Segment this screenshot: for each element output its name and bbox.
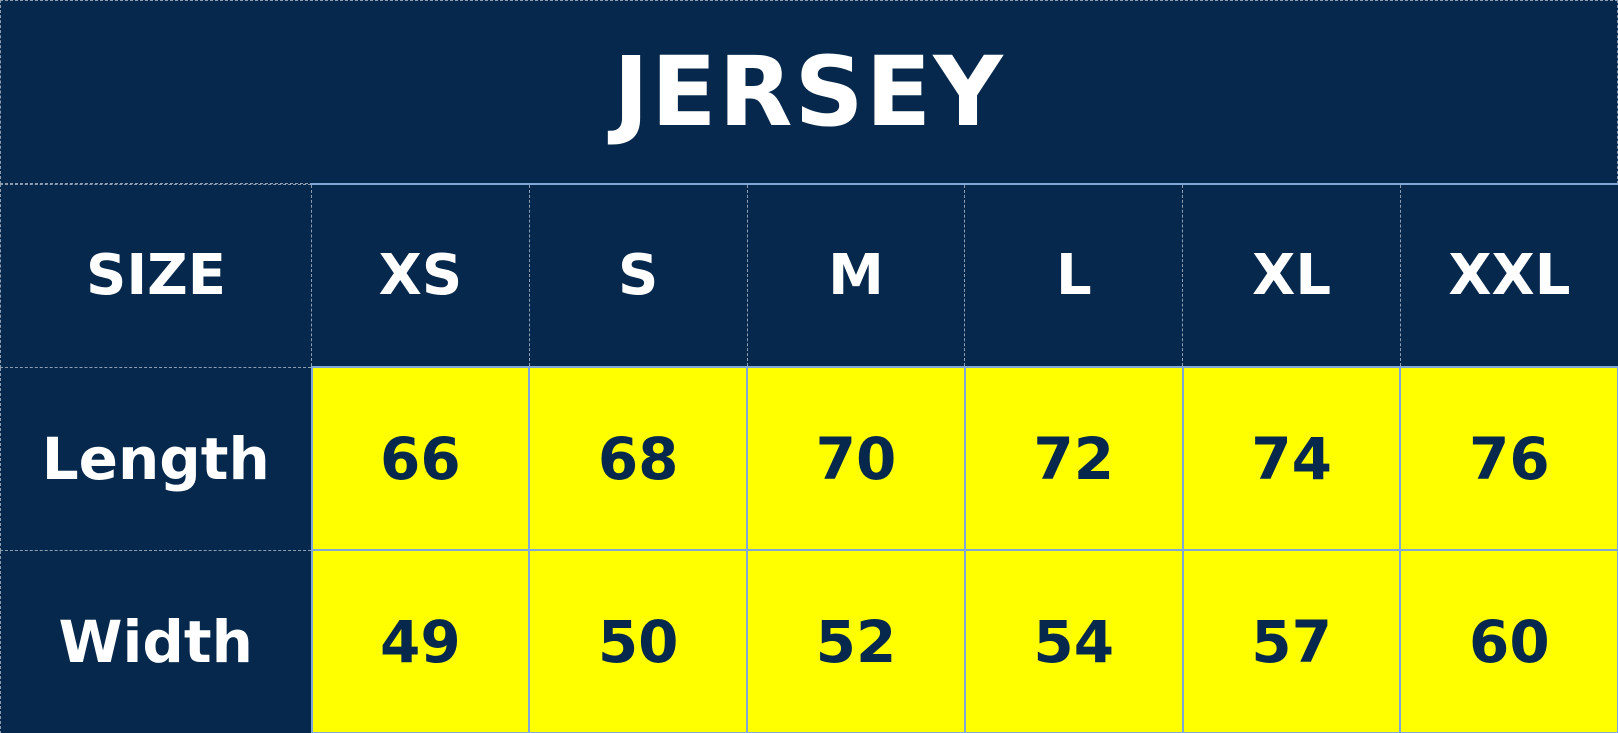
size-chart: JERSEY SIZE XS S M L XL XXL Length 66 68… xyxy=(0,0,1618,733)
size-l-header: L xyxy=(964,183,1184,368)
length-xxl-value: 76 xyxy=(1399,366,1618,551)
size-xs-header: XS xyxy=(311,183,530,368)
width-label: Width xyxy=(0,549,312,733)
width-m-value: 52 xyxy=(746,549,966,733)
length-m-value: 70 xyxy=(746,366,966,551)
length-xl-value: 74 xyxy=(1181,366,1402,551)
size-xl-header: XL xyxy=(1182,183,1401,368)
width-row: Width 49 50 52 54 57 60 xyxy=(0,549,1618,733)
size-xxl-header: XXL xyxy=(1399,183,1618,368)
width-l-value: 54 xyxy=(963,549,1184,733)
length-l-value: 72 xyxy=(963,366,1184,551)
width-s-value: 50 xyxy=(528,549,749,733)
width-xs-value: 49 xyxy=(310,549,531,733)
length-s-value: 68 xyxy=(528,366,749,551)
size-m-header: M xyxy=(746,183,966,368)
chart-title: JERSEY xyxy=(0,0,1618,184)
header-row: SIZE XS S M L XL XXL xyxy=(0,183,1618,368)
width-xxl-value: 60 xyxy=(1399,549,1618,733)
length-row: Length 66 68 70 72 74 76 xyxy=(0,366,1618,551)
width-xl-value: 57 xyxy=(1181,549,1402,733)
size-s-header: S xyxy=(528,183,748,368)
size-table: SIZE XS S M L XL XXL Length 66 68 70 72 … xyxy=(0,183,1618,733)
size-header: SIZE xyxy=(0,183,312,368)
length-xs-value: 66 xyxy=(310,366,531,551)
length-label: Length xyxy=(0,366,312,551)
